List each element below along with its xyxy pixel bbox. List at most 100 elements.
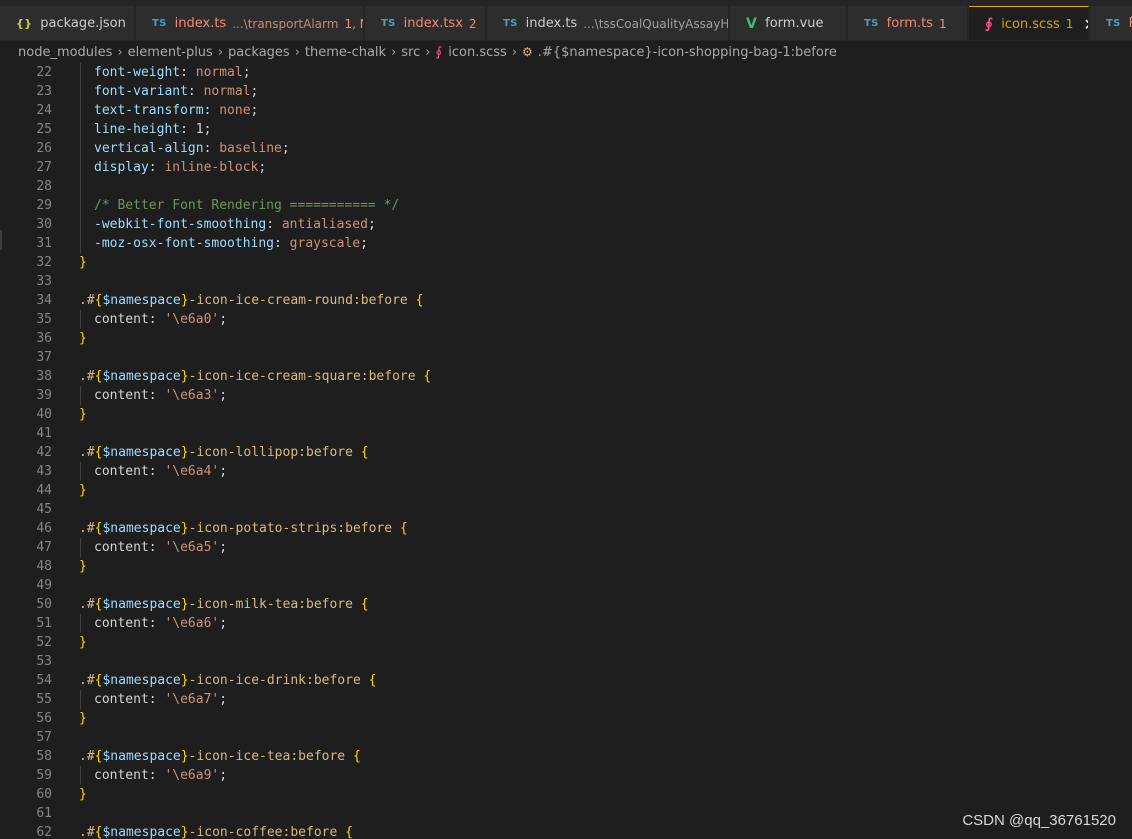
code-line: 32} xyxy=(0,253,1132,272)
code-token: { xyxy=(423,369,432,384)
code-token: .# xyxy=(79,597,95,612)
code-text: -moz-osx-font-smoothing: grayscale; xyxy=(94,234,368,253)
code-token: grayscale xyxy=(289,236,361,251)
code-token: } xyxy=(180,369,189,384)
code-text: content: '\e6a5'; xyxy=(94,538,227,557)
line-number: 25 xyxy=(36,122,52,137)
code-token: -moz-osx-font-smoothing xyxy=(94,236,275,251)
code-token: : xyxy=(180,122,196,137)
indent-guide xyxy=(80,234,81,253)
code-text: .# {$namespace}-icon-potato-strips:before… xyxy=(79,519,408,538)
line-number: 40 xyxy=(36,407,52,422)
line-number: 35 xyxy=(36,312,52,327)
chevron-right-icon: › xyxy=(391,44,397,60)
indent-guide xyxy=(80,196,81,215)
code-line: 43 content: '\e6a4'; xyxy=(0,462,1132,481)
line-number: 37 xyxy=(36,350,52,365)
indent-guide xyxy=(80,310,81,329)
tab-fo[interactable]: TS Fo xyxy=(1090,6,1132,40)
code-text: content: '\e6a3'; xyxy=(94,386,227,405)
code-token: content: xyxy=(94,616,165,631)
code-token: '\e6a9' xyxy=(164,768,220,783)
code-line: 42 .#{$namespace}-icon-lollipop:before { xyxy=(0,443,1132,462)
line-number: 58 xyxy=(36,749,52,764)
code-token: .# xyxy=(79,445,95,460)
line-number: 27 xyxy=(36,160,52,175)
code-text: font-weight: normal; xyxy=(94,63,251,82)
code-token: : xyxy=(187,84,204,99)
tab-label: form.vue xyxy=(765,16,824,31)
code-line: 23 font-variant: normal; xyxy=(0,82,1132,101)
code-token: font-variant xyxy=(94,84,188,99)
code-token: ; xyxy=(250,103,259,118)
code-token: normal xyxy=(195,65,243,80)
line-number: 45 xyxy=(36,502,52,517)
breadcrumb-item[interactable]: icon.scss xyxy=(448,45,507,60)
line-number: 50 xyxy=(36,597,52,612)
line-number: 26 xyxy=(36,141,52,156)
code-token: } xyxy=(180,749,189,764)
close-icon[interactable]: ✕ xyxy=(1083,15,1088,34)
code-token: -icon-potato-strips:before xyxy=(188,521,400,536)
line-number: 62 xyxy=(36,825,52,839)
line-number: 54 xyxy=(36,673,52,688)
line-number: 51 xyxy=(36,616,52,631)
code-token: inline-block xyxy=(164,160,259,175)
code-line: 53 xyxy=(0,652,1132,671)
watermark: CSDN @qq_36761520 xyxy=(962,812,1116,829)
code-token: content: xyxy=(94,768,165,783)
code-token: normal xyxy=(203,84,251,99)
ts-file-icon: TS xyxy=(503,18,518,29)
breadcrumb-item[interactable]: element-plus xyxy=(128,45,213,60)
code-token: font-weight xyxy=(94,65,181,80)
breadcrumb-item[interactable]: theme-chalk xyxy=(305,45,386,60)
code-token: $namespace xyxy=(102,293,181,308)
code-token: none xyxy=(219,103,251,118)
code-line: 35 content: '\e6a0'; xyxy=(0,310,1132,329)
breadcrumb-item[interactable]: .#{$namespace}-icon-shopping-bag-1:befor… xyxy=(538,45,837,60)
code-token: { xyxy=(368,673,377,688)
chevron-right-icon: › xyxy=(294,44,300,60)
breadcrumb-item[interactable]: node_modules xyxy=(18,45,112,60)
tab-icon-scss[interactable]: ∮ icon.scss 1 ✕ xyxy=(969,6,1089,40)
indent-guide xyxy=(80,538,81,557)
tab-index-ts[interactable]: TS index.ts ...\tssCoalQualityAssayHo xyxy=(487,6,729,40)
tab-form-ts[interactable]: TS form.ts 1 xyxy=(848,6,968,40)
line-number: 41 xyxy=(36,426,52,441)
code-editor[interactable]: 22 font-weight: normal; 23 font-variant: no… xyxy=(0,63,1132,839)
code-token: } xyxy=(180,445,189,460)
indent-guide xyxy=(80,63,81,82)
code-text: } xyxy=(79,633,87,652)
code-token: } xyxy=(79,407,87,422)
code-token: .# xyxy=(79,749,95,764)
code-text: } xyxy=(79,557,87,576)
code-token: content: xyxy=(94,464,165,479)
code-token: { xyxy=(415,293,424,308)
code-token: -icon-milk-tea:before xyxy=(188,597,361,612)
tab-problem-badge: 1 xyxy=(1065,17,1074,31)
code-token: $namespace xyxy=(102,749,181,764)
code-token: { xyxy=(360,445,369,460)
tab-index-ts[interactable]: TS index.ts ...\transportAlarm 1, M xyxy=(136,6,364,40)
breadcrumb-item[interactable]: src xyxy=(401,45,420,60)
code-token: line-height xyxy=(94,122,181,137)
code-token: display xyxy=(94,160,149,175)
tab-form-vue[interactable]: Vform.vue xyxy=(730,6,847,40)
code-text: display: inline-block; xyxy=(94,158,266,177)
code-line: 60} xyxy=(0,785,1132,804)
indent-guide xyxy=(80,158,81,177)
line-number: 34 xyxy=(36,293,52,308)
tab-description: ...\transportAlarm xyxy=(232,16,339,31)
code-text: } xyxy=(79,329,87,348)
indent-guide xyxy=(80,614,81,633)
line-number: 59 xyxy=(36,768,52,783)
line-number: 38 xyxy=(36,369,52,384)
ts-file-icon: TS xyxy=(152,18,167,29)
tab-problem-badge: 1 xyxy=(938,16,947,31)
code-token: $namespace xyxy=(102,673,181,688)
code-text: text-transform: none; xyxy=(94,101,258,120)
tab-index-tsx[interactable]: TS index.tsx 2 xyxy=(365,6,486,40)
tab-package-json[interactable]: {} package.json xyxy=(0,6,135,40)
code-token: ; xyxy=(250,84,259,99)
breadcrumb-item[interactable]: packages xyxy=(228,45,290,60)
